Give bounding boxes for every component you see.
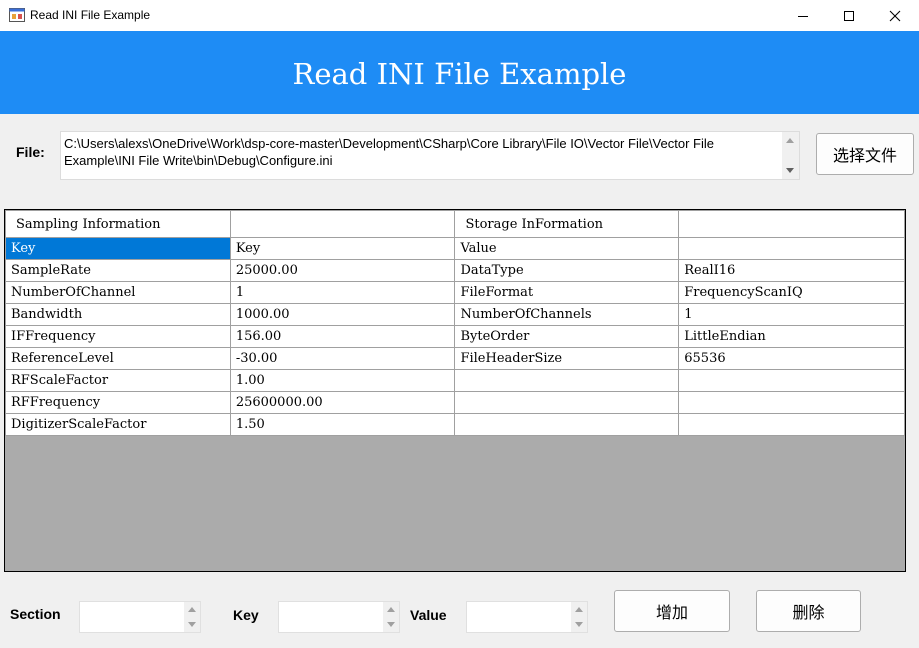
table-row: IFFrequency 156.00 ByteOrder LittleEndia… [5, 325, 905, 348]
spin-down-icon[interactable] [575, 622, 583, 627]
section-input[interactable] [79, 601, 201, 633]
spin-up-icon[interactable] [575, 607, 583, 612]
spin-up-icon[interactable] [188, 607, 196, 612]
file-path-text: C:\Users\alexs\OneDrive\Work\dsp-core-ma… [64, 136, 714, 168]
table-cell[interactable]: FrequencyScanIQ [678, 281, 905, 304]
path-scrollbar[interactable] [782, 132, 799, 179]
header-storage-information[interactable]: Storage InFormation [454, 210, 680, 238]
close-button[interactable] [872, 0, 918, 31]
minimize-button[interactable] [780, 0, 826, 31]
table-cell[interactable]: NumberOfChannel [5, 281, 231, 304]
table-cell[interactable]: LittleEndian [678, 325, 905, 348]
table-cell-selected[interactable]: Key [5, 237, 231, 260]
scroll-up-icon[interactable] [786, 138, 794, 143]
table-row: ReferenceLevel -30.00 FileHeaderSize 655… [5, 347, 905, 370]
table-row: Bandwidth 1000.00 NumberOfChannels 1 [5, 303, 905, 326]
table-cell[interactable]: 25600000.00 [229, 391, 456, 414]
section-spin-buttons[interactable] [184, 602, 200, 632]
table-row: Key Key Value [5, 237, 905, 260]
table-cell[interactable]: FileHeaderSize [454, 347, 680, 370]
table-cell[interactable] [454, 413, 680, 436]
delete-button[interactable]: 删除 [756, 590, 861, 632]
scroll-down-icon[interactable] [786, 168, 794, 173]
spin-down-icon[interactable] [387, 622, 395, 627]
table-cell[interactable]: ByteOrder [454, 325, 680, 348]
table-cell[interactable]: FileFormat [454, 281, 680, 304]
ini-data-grid[interactable]: Sampling Information Storage InFormation… [4, 209, 906, 572]
table-cell[interactable]: SampleRate [5, 259, 231, 282]
table-cell[interactable]: RFFrequency [5, 391, 231, 414]
table-row: RFScaleFactor 1.00 [5, 369, 905, 392]
value-input[interactable] [466, 601, 588, 633]
app-icon [9, 8, 25, 22]
table-row: RFFrequency 25600000.00 [5, 391, 905, 414]
table-cell[interactable] [454, 391, 680, 414]
value-label: Value [410, 607, 447, 623]
table-cell[interactable]: Value [454, 237, 680, 260]
table-cell[interactable]: 1.00 [229, 369, 456, 392]
key-input[interactable] [278, 601, 400, 633]
table-cell[interactable]: RFScaleFactor [5, 369, 231, 392]
maximize-icon [844, 10, 854, 21]
table-cell[interactable]: ReferenceLevel [5, 347, 231, 370]
table-cell[interactable] [678, 237, 905, 260]
section-label: Section [10, 606, 61, 622]
table-cell[interactable]: 1 [229, 281, 456, 304]
table-cell[interactable]: 156.00 [229, 325, 456, 348]
table-cell[interactable]: 1.50 [229, 413, 456, 436]
key-spin-buttons[interactable] [383, 602, 399, 632]
file-path-textbox[interactable]: C:\Users\alexs\OneDrive\Work\dsp-core-ma… [60, 131, 800, 180]
close-icon [889, 10, 901, 21]
table-row: NumberOfChannel 1 FileFormat FrequencySc… [5, 281, 905, 304]
table-row: SampleRate 25000.00 DataType RealI16 [5, 259, 905, 282]
banner-title: Read INI File Example [292, 56, 627, 91]
table-cell[interactable]: IFFrequency [5, 325, 231, 348]
value-spin-buttons[interactable] [571, 602, 587, 632]
table-cell[interactable] [678, 369, 905, 392]
table-cell[interactable]: Key [229, 237, 456, 260]
table-row: DigitizerScaleFactor 1.50 [5, 413, 905, 436]
table-header-row: Sampling Information Storage InFormation [5, 210, 905, 238]
key-label: Key [233, 607, 259, 623]
window-title: Read INI File Example [30, 8, 151, 22]
header-banner: Read INI File Example [0, 31, 919, 114]
table-cell[interactable]: 65536 [678, 347, 905, 370]
table-cell[interactable] [454, 369, 680, 392]
table-cell[interactable]: Bandwidth [5, 303, 231, 326]
table-cell[interactable]: -30.00 [229, 347, 456, 370]
table-cell[interactable]: DataType [454, 259, 680, 282]
table-cell[interactable]: 25000.00 [229, 259, 456, 282]
spin-up-icon[interactable] [387, 607, 395, 612]
header-sampling-information[interactable]: Sampling Information [5, 210, 231, 238]
add-button[interactable]: 增加 [614, 590, 730, 632]
file-label: File: [16, 144, 45, 160]
table-cell[interactable] [678, 413, 905, 436]
table-cell[interactable]: DigitizerScaleFactor [5, 413, 231, 436]
table-cell[interactable]: 1000.00 [229, 303, 456, 326]
maximize-button[interactable] [826, 0, 872, 31]
header-empty-2[interactable] [678, 210, 905, 238]
ini-table: Sampling Information Storage InFormation… [5, 210, 905, 436]
minimize-icon [798, 15, 808, 17]
table-cell[interactable]: NumberOfChannels [454, 303, 680, 326]
table-cell[interactable] [678, 391, 905, 414]
spin-down-icon[interactable] [188, 622, 196, 627]
table-cell[interactable]: RealI16 [678, 259, 905, 282]
table-cell[interactable]: 1 [678, 303, 905, 326]
choose-file-button[interactable]: 选择文件 [816, 133, 914, 175]
title-bar: Read INI File Example [0, 0, 919, 31]
header-empty-1[interactable] [229, 210, 456, 238]
